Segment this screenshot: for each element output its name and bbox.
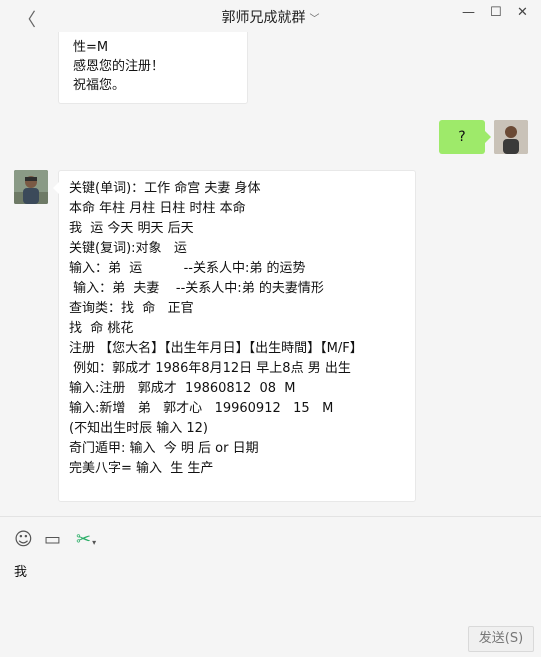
message-list[interactable]: 性=M 感恩您的注册！ 祝福您。 ? 关键(单词)：工作 命宫 夫妻 身体 本命… xyxy=(0,32,541,516)
message-line: 注册 【您大名】【出生年月日】【出生時間】【M/F】 xyxy=(69,341,363,356)
message-line: 输入：弟 夫妻 --关系人中:弟 的夫妻情形 xyxy=(69,281,324,296)
title-bar: 〈 郭师兄成就群 ﹀ — ☐ ✕ xyxy=(0,0,541,32)
screenshot-tool[interactable]: ✂▾ xyxy=(76,529,96,550)
message-input[interactable]: 我 xyxy=(14,561,27,580)
message-bubble-outgoing[interactable]: ? xyxy=(439,120,491,154)
avatar[interactable] xyxy=(494,120,528,154)
message-bubble-incoming[interactable]: 关键(单词)：工作 命宫 夫妻 身体 本命 年柱 月柱 日柱 时柱 本命 我 运… xyxy=(53,170,416,502)
message-line: 感恩您的注册！ xyxy=(73,59,165,74)
message-line: 输入:新增 弟 郭才心 19960912 15 M xyxy=(69,401,334,416)
message-line: 找 命 桃花 xyxy=(69,321,134,336)
message-line: 奇门遁甲: 输入 今 明 后 or 日期 xyxy=(69,441,259,456)
message-line: 祝福您。 xyxy=(73,78,126,93)
chevron-down-icon[interactable]: ▾ xyxy=(92,538,96,547)
scissors-icon: ✂ xyxy=(76,529,92,550)
message-line: 查询类：找 命 正官 xyxy=(69,301,194,316)
chevron-down-icon[interactable]: ﹀ xyxy=(310,14,320,25)
chat-title[interactable]: 郭师兄成就群 ﹀ xyxy=(0,7,541,27)
message-line: 性=M xyxy=(73,40,109,55)
composer: ☺ ▭ ✂▾ 我 发送(S) xyxy=(0,516,541,657)
avatar[interactable] xyxy=(14,170,48,204)
send-button[interactable]: 发送(S) xyxy=(468,626,534,652)
chat-title-text: 郭师兄成就群 xyxy=(221,10,306,26)
close-button[interactable]: ✕ xyxy=(517,5,528,20)
emoji-icon[interactable]: ☺ xyxy=(14,529,33,550)
message-line: 本命 年柱 月柱 日柱 时柱 本命 xyxy=(69,201,246,216)
minimize-button[interactable]: — xyxy=(462,5,475,20)
message-line: 完美八字= 输入 生 生产 xyxy=(69,461,214,476)
message-line: 关键(复词):对象 运 xyxy=(69,241,187,256)
message-line: 我 运 今天 明天 后天 xyxy=(69,221,194,236)
message-bubble-incoming[interactable]: 性=M 感恩您的注册！ 祝福您。 xyxy=(58,32,248,104)
message-line: 输入：弟 运 --关系人中:弟 的运势 xyxy=(69,261,306,276)
maximize-button[interactable]: ☐ xyxy=(490,5,502,20)
message-line: 例如：郭成才 1986年8月12日 早上8点 男 出生 xyxy=(69,361,351,376)
message-line: 输入:注册 郭成才 19860812 08 M xyxy=(69,381,296,396)
message-line: 关键(单词)：工作 命宫 夫妻 身体 xyxy=(69,181,261,196)
message-line: (不知出生时辰 输入 12) xyxy=(69,421,208,436)
folder-icon[interactable]: ▭ xyxy=(44,529,61,550)
